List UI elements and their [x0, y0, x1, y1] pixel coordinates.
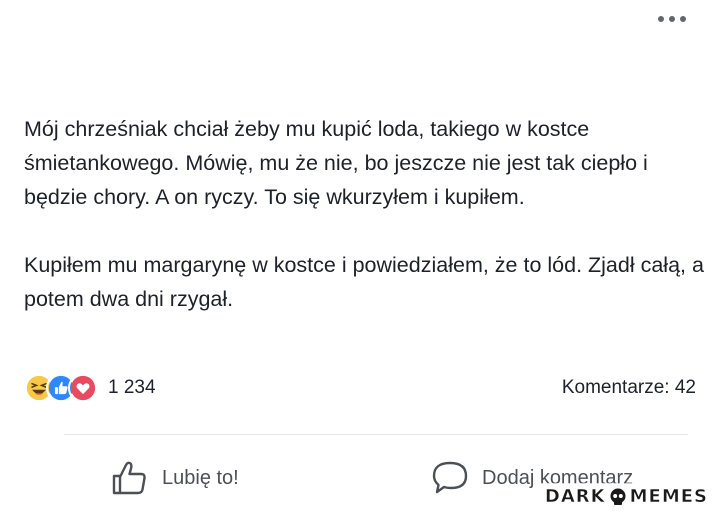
more-options-icon[interactable]	[658, 16, 686, 22]
post-text: Mój chrześniak chciał żeby mu kupić loda…	[24, 112, 704, 316]
comments-count[interactable]: Komentarze: 42	[562, 377, 696, 399]
skull-icon	[610, 488, 626, 505]
post-paragraph-2: Kupiłem mu margarynę w kostce i powiedzi…	[24, 253, 704, 311]
divider	[64, 434, 688, 435]
post-paragraph-1: Mój chrześniak chciał żeby mu kupić loda…	[24, 117, 648, 209]
reaction-icons	[24, 373, 98, 403]
watermark-left: DARK	[544, 486, 606, 508]
thumbs-up-icon	[112, 461, 146, 495]
reaction-count: 1 234	[108, 377, 156, 398]
reactions-summary[interactable]: 1 234	[24, 372, 156, 404]
comment-bubble-icon	[432, 461, 468, 494]
like-button-label: Lubię to!	[162, 466, 239, 489]
watermark-right: MEMES	[629, 486, 708, 508]
love-icon	[68, 373, 98, 403]
like-button[interactable]: Lubię to!	[110, 456, 239, 500]
watermark: DARK MEMES	[538, 483, 714, 510]
